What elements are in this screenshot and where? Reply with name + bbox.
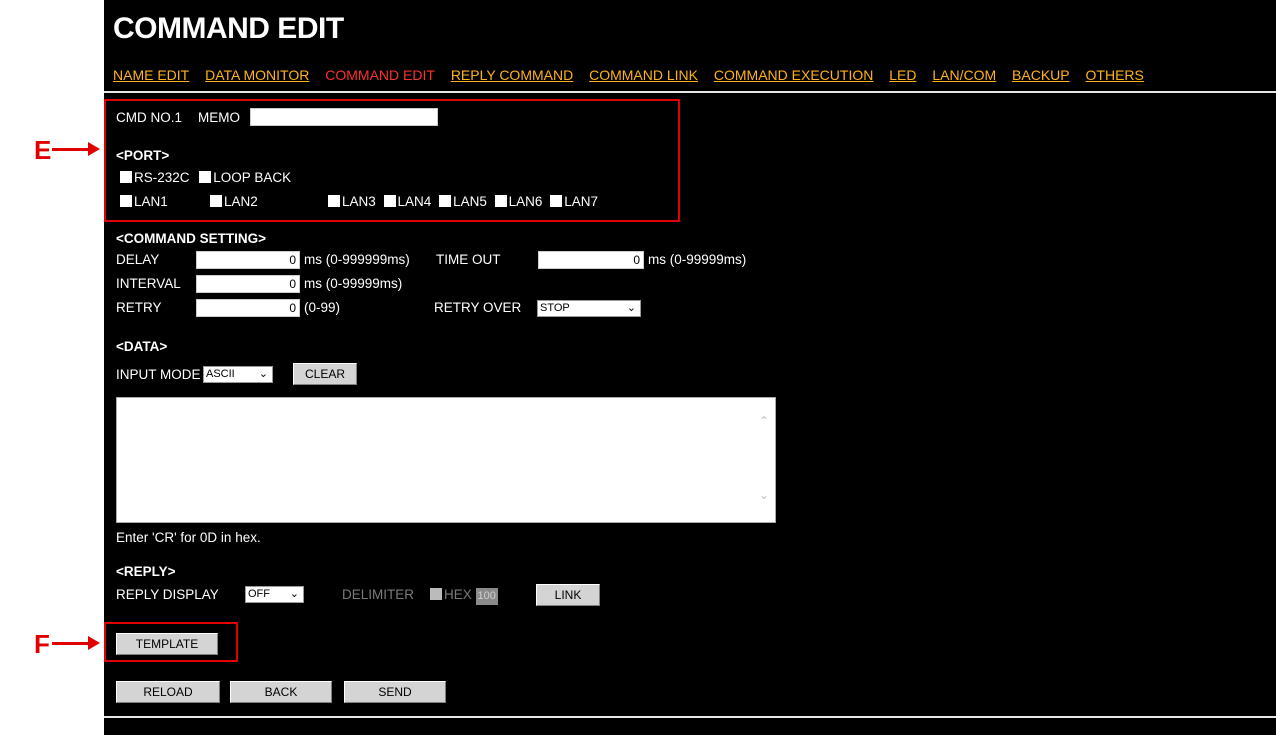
retry-over-label: RETRY OVER — [434, 300, 522, 315]
page-title: COMMAND EDIT — [113, 12, 344, 45]
rs232c-label: RS-232C — [134, 170, 190, 185]
reload-button[interactable]: RELOAD — [116, 681, 220, 703]
input-mode-value: ASCII — [206, 368, 235, 380]
timeout-input[interactable]: 0 — [538, 251, 644, 269]
reply-heading: <REPLY> — [116, 564, 176, 579]
delay-label: DELAY — [116, 252, 160, 267]
input-mode-select[interactable]: ASCII ⌄ — [203, 366, 273, 383]
timeout-range: ms (0-99999ms) — [648, 252, 747, 267]
top-nav: NAME EDIT DATA MONITOR COMMAND EDIT REPL… — [113, 67, 1156, 83]
nav-command-edit[interactable]: COMMAND EDIT — [325, 67, 435, 83]
bottom-divider — [104, 716, 1276, 718]
data-heading: <DATA> — [116, 339, 168, 354]
nav-led[interactable]: LED — [889, 67, 916, 83]
chevron-down-icon: ⌄ — [289, 588, 299, 600]
retry-over-select[interactable]: STOP ⌄ — [537, 300, 641, 317]
lan6-label: LAN6 — [508, 194, 543, 209]
callout-f-arrow — [52, 636, 100, 650]
lan2-checkbox[interactable] — [210, 195, 222, 207]
scroll-up-icon[interactable]: ⌃ — [759, 414, 769, 428]
nav-lan-com[interactable]: LAN/COM — [932, 67, 996, 83]
command-setting-heading: <COMMAND SETTING> — [116, 231, 267, 246]
lan7-label: LAN7 — [564, 194, 598, 209]
lan2-group: LAN2 — [210, 194, 258, 209]
rs232c-checkbox[interactable] — [120, 171, 132, 183]
nav-reply-command[interactable]: REPLY COMMAND — [451, 67, 573, 83]
interval-range: ms (0-99999ms) — [304, 276, 403, 291]
memo-input[interactable] — [250, 108, 438, 126]
send-button[interactable]: SEND — [344, 681, 446, 703]
input-mode-label: INPUT MODE — [116, 367, 201, 382]
lan1-checkbox[interactable] — [120, 195, 132, 207]
port-heading: <PORT> — [116, 148, 170, 163]
timeout-label: TIME OUT — [436, 252, 501, 267]
callout-f-label: F — [34, 629, 50, 659]
lan4-checkbox[interactable] — [383, 195, 396, 207]
link-button[interactable]: LINK — [536, 584, 600, 606]
callout-e-label: E — [34, 135, 52, 165]
nav-command-link[interactable]: COMMAND LINK — [589, 67, 698, 83]
chevron-down-icon: ⌄ — [626, 302, 636, 314]
top-divider — [104, 91, 1276, 93]
reply-display-value: OFF — [248, 588, 270, 600]
interval-input[interactable]: 0 — [196, 275, 300, 293]
nav-backup[interactable]: BACKUP — [1012, 67, 1070, 83]
reply-display-select[interactable]: OFF ⌄ — [245, 586, 304, 603]
delay-input[interactable]: 0 — [196, 251, 300, 269]
lan2-label: LAN2 — [224, 194, 258, 209]
delimiter-label: DELIMITER — [342, 587, 415, 602]
lan5-checkbox[interactable] — [439, 195, 452, 207]
hex-value-input[interactable]: 100 — [475, 588, 498, 605]
lan3-label: LAN3 — [342, 194, 376, 209]
nav-data-monitor[interactable]: DATA MONITOR — [205, 67, 309, 83]
chevron-down-icon: ⌄ — [258, 368, 268, 380]
back-button[interactable]: BACK — [230, 681, 332, 703]
lan1-label: LAN1 — [134, 194, 168, 209]
main-panel: COMMAND EDIT NAME EDIT DATA MONITOR COMM… — [104, 0, 1276, 735]
delay-range: ms (0-999999ms) — [304, 252, 410, 267]
clear-button[interactable]: CLEAR — [293, 363, 357, 385]
nav-name-edit[interactable]: NAME EDIT — [113, 67, 189, 83]
lan1-group: LAN1 — [120, 194, 168, 209]
lan3-checkbox[interactable] — [328, 195, 340, 207]
nav-command-execution[interactable]: COMMAND EXECUTION — [714, 67, 873, 83]
memo-label: MEMO — [198, 110, 240, 125]
data-hint: Enter 'CR' for 0D in hex. — [116, 530, 261, 545]
lan6-checkbox[interactable] — [494, 195, 507, 207]
port-row-1: RS-232C LOOP BACK — [120, 170, 291, 185]
hex-label: HEX — [444, 587, 472, 602]
lan7-checkbox[interactable] — [550, 195, 563, 207]
nav-others[interactable]: OTHERS — [1086, 67, 1144, 83]
lan3-7-group: LAN3 LAN4 LAN5 LAN6 LAN7 — [328, 194, 598, 209]
reply-display-label: REPLY DISPLAY — [116, 587, 219, 602]
cmd-number-label: CMD NO.1 — [116, 110, 183, 125]
loopback-label: LOOP BACK — [213, 170, 292, 185]
retry-label: RETRY — [116, 300, 162, 315]
retry-input[interactable]: 0 — [196, 299, 300, 317]
data-textarea[interactable]: ⌃ ⌄ — [116, 397, 776, 523]
scroll-down-icon[interactable]: ⌄ — [759, 488, 769, 502]
interval-label: INTERVAL — [116, 276, 181, 291]
retry-over-value: STOP — [540, 302, 570, 314]
hex-checkbox[interactable] — [430, 588, 442, 600]
retry-range: (0-99) — [304, 300, 341, 315]
hex-group: HEX 100 — [430, 587, 498, 605]
lan4-label: LAN4 — [397, 194, 432, 209]
template-button[interactable]: TEMPLATE — [116, 633, 218, 655]
lan5-label: LAN5 — [453, 194, 487, 209]
loopback-checkbox[interactable] — [199, 171, 212, 183]
callout-e-arrow — [52, 142, 100, 156]
